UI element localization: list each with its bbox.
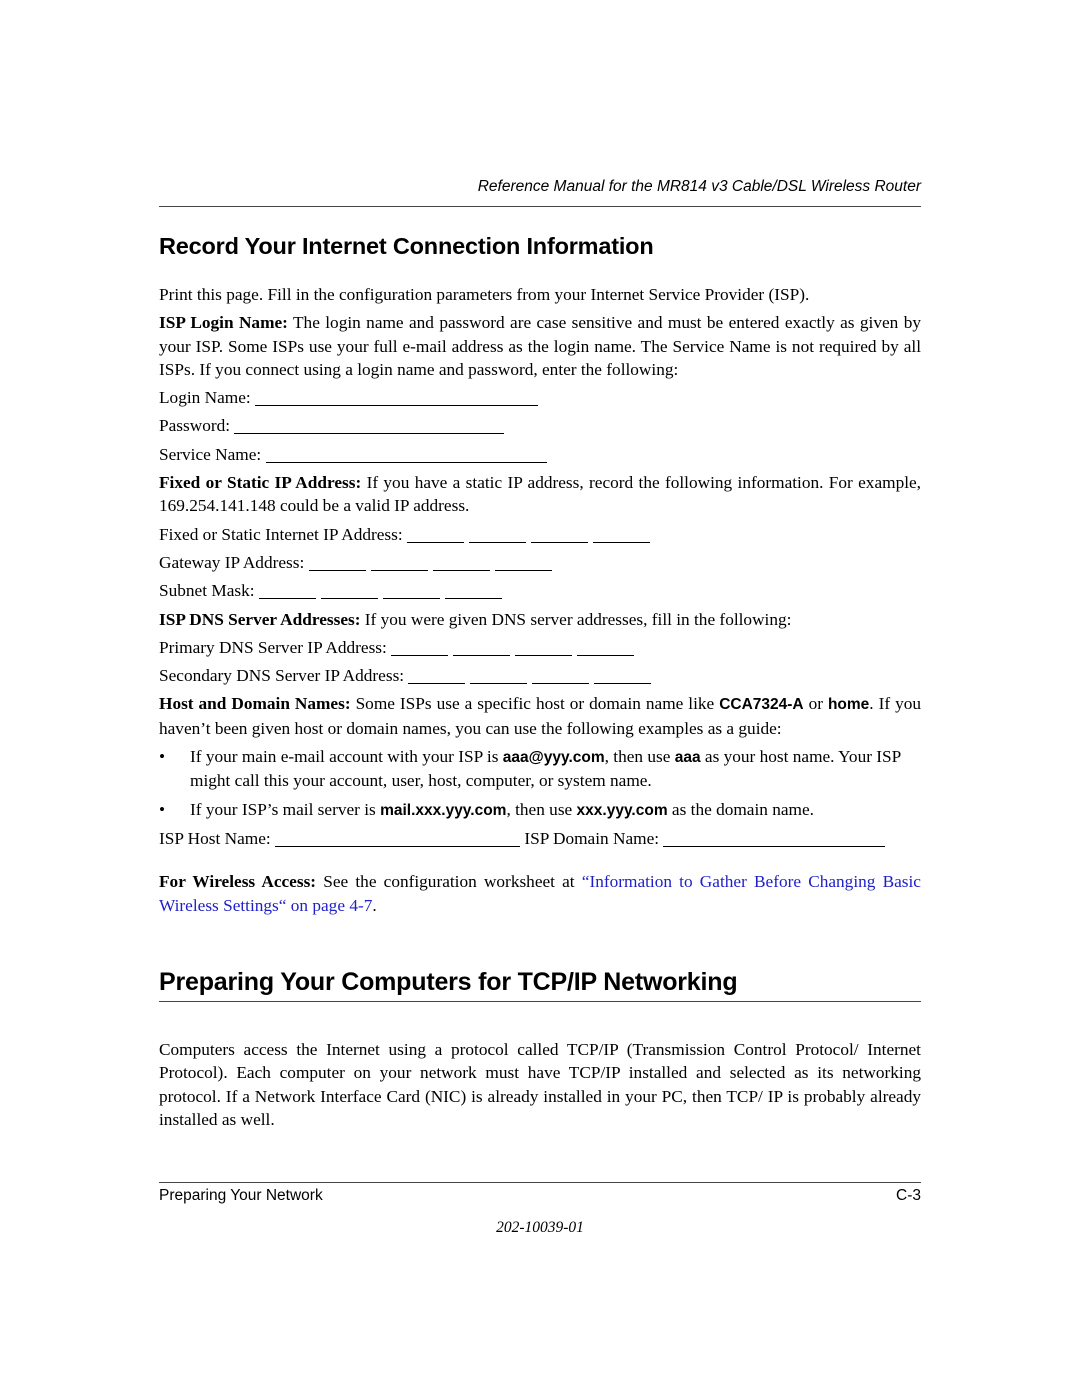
bullet-text: If your ISP’s mail server is	[190, 799, 381, 819]
password-label: Password:	[159, 416, 231, 436]
ip-octet-blank[interactable]	[408, 667, 466, 685]
bullet-icon: •	[159, 799, 166, 819]
static-ip-field: Fixed or Static Internet IP Address:	[159, 523, 921, 546]
ip-octet-blank[interactable]	[258, 582, 316, 600]
ip-octet-blank[interactable]	[320, 582, 378, 600]
ip-octet-blank[interactable]	[407, 526, 464, 543]
host-text: or	[803, 694, 828, 714]
running-header: Reference Manual for the MR814 v3 Cable/…	[477, 178, 921, 195]
document-number: 202-10039-01	[496, 1219, 584, 1236]
bullet-code: mail.xxx.yyy.com	[380, 801, 507, 819]
subnet-field: Subnet Mask:	[159, 579, 921, 602]
header-divider	[159, 206, 921, 207]
wireless-label: For Wireless Access:	[159, 872, 317, 892]
footer-chapter: Preparing Your Network	[159, 1187, 323, 1204]
dns-paragraph: ISP DNS Server Addresses: If you were gi…	[159, 608, 921, 631]
ip-octet-blank[interactable]	[593, 526, 650, 543]
static-label: Fixed or Static IP Address:	[159, 473, 362, 493]
service-name-blank[interactable]	[265, 446, 547, 463]
section-tcpip-body: Computers access the Internet using a pr…	[159, 1038, 921, 1136]
gateway-label: Gateway IP Address:	[159, 552, 305, 572]
password-field: Password:	[159, 414, 921, 437]
bullet-code: xxx.yyy.com	[576, 801, 668, 819]
wireless-text-end: .	[372, 895, 377, 915]
login-label: ISP Login Name:	[159, 313, 288, 333]
wireless-paragraph: For Wireless Access: See the configurati…	[159, 870, 921, 917]
footer-divider	[159, 1182, 921, 1183]
ip-octet-blank[interactable]	[370, 554, 428, 571]
static-ip-label: Fixed or Static Internet IP Address:	[159, 524, 403, 544]
isp-host-name-label: ISP Host Name:	[159, 828, 271, 848]
bullet-text: as the domain name.	[667, 799, 814, 819]
section-title-tcpip: Preparing Your Computers for TCP/IP Netw…	[159, 968, 738, 996]
bullet-item: • If your main e-mail account with your I…	[159, 745, 921, 793]
intro-paragraph: Print this page. Fill in the configurati…	[159, 285, 810, 304]
bullet-item: • If your ISP’s mail server is mail.xxx.y…	[159, 798, 921, 822]
secondary-dns-field: Secondary DNS Server IP Address:	[159, 664, 921, 687]
bullet-text: If your main e-mail account with your IS…	[190, 747, 503, 767]
wireless-text: See the configuration worksheet at	[316, 872, 582, 892]
isp-domain-name-blank[interactable]	[663, 830, 886, 847]
bullet-code: aaa	[674, 749, 701, 767]
ip-octet-blank[interactable]	[444, 582, 502, 600]
primary-dns-label: Primary DNS Server IP Address:	[159, 637, 387, 657]
ip-octet-blank[interactable]	[382, 582, 440, 600]
tcpip-paragraph: Computers access the Internet using a pr…	[159, 1040, 921, 1129]
ip-octet-blank[interactable]	[577, 639, 635, 656]
host-label: Host and Domain Names:	[159, 694, 351, 714]
ip-octet-blank[interactable]	[391, 639, 449, 656]
bullet-code: aaa@yyy.com	[502, 749, 605, 767]
login-name-field: Login Name:	[159, 386, 921, 409]
host-text: Some ISPs use a specific host or domain …	[350, 694, 720, 714]
login-paragraph: ISP Login Name: The login name and passw…	[159, 311, 921, 381]
bullet-text: , then use	[506, 799, 577, 819]
section-title-record: Record Your Internet Connection Informat…	[159, 233, 654, 259]
ip-octet-blank[interactable]	[432, 554, 490, 571]
subnet-label: Subnet Mask:	[159, 581, 255, 601]
isp-domain-name-label: ISP Domain Name:	[524, 828, 660, 848]
ip-octet-blank[interactable]	[470, 667, 528, 685]
dns-label: ISP DNS Server Addresses:	[159, 609, 361, 629]
footer-page-number: C-3	[896, 1187, 921, 1204]
section-title-divider	[159, 1001, 921, 1002]
ip-octet-blank[interactable]	[469, 526, 526, 543]
host-domain-fields: ISP Host Name: ISP Domain Name:	[159, 827, 921, 850]
service-name-label: Service Name:	[159, 444, 262, 464]
ip-octet-blank[interactable]	[308, 554, 366, 571]
ip-octet-blank[interactable]	[453, 639, 511, 656]
login-name-blank[interactable]	[255, 389, 538, 407]
login-name-label: Login Name:	[159, 388, 251, 408]
ip-octet-blank[interactable]	[494, 554, 552, 571]
bullet-text: , then use	[604, 747, 675, 767]
host-domain-paragraph: Host and Domain Names: Some ISPs use a s…	[159, 692, 921, 740]
password-blank[interactable]	[234, 417, 505, 435]
ip-octet-blank[interactable]	[531, 526, 588, 543]
ip-octet-blank[interactable]	[594, 667, 652, 685]
section-record-body: Print this page. Fill in the configurati…	[159, 283, 921, 922]
domain-example-code: home	[827, 696, 870, 714]
secondary-dns-label: Secondary DNS Server IP Address:	[159, 666, 405, 686]
bullet-icon: •	[159, 747, 166, 767]
gateway-field: Gateway IP Address:	[159, 551, 921, 574]
service-name-field: Service Name:	[159, 443, 921, 466]
dns-text: If you were given DNS server addresses, …	[360, 609, 792, 629]
host-domain-bullets: • If your main e-mail account with your I…	[159, 745, 921, 822]
static-ip-paragraph: Fixed or Static IP Address: If you have …	[159, 471, 921, 518]
host-example-code: CCA7324-A	[719, 696, 804, 714]
ip-octet-blank[interactable]	[532, 667, 590, 685]
isp-host-name-blank[interactable]	[275, 830, 521, 847]
primary-dns-field: Primary DNS Server IP Address:	[159, 636, 921, 659]
ip-octet-blank[interactable]	[515, 639, 573, 656]
